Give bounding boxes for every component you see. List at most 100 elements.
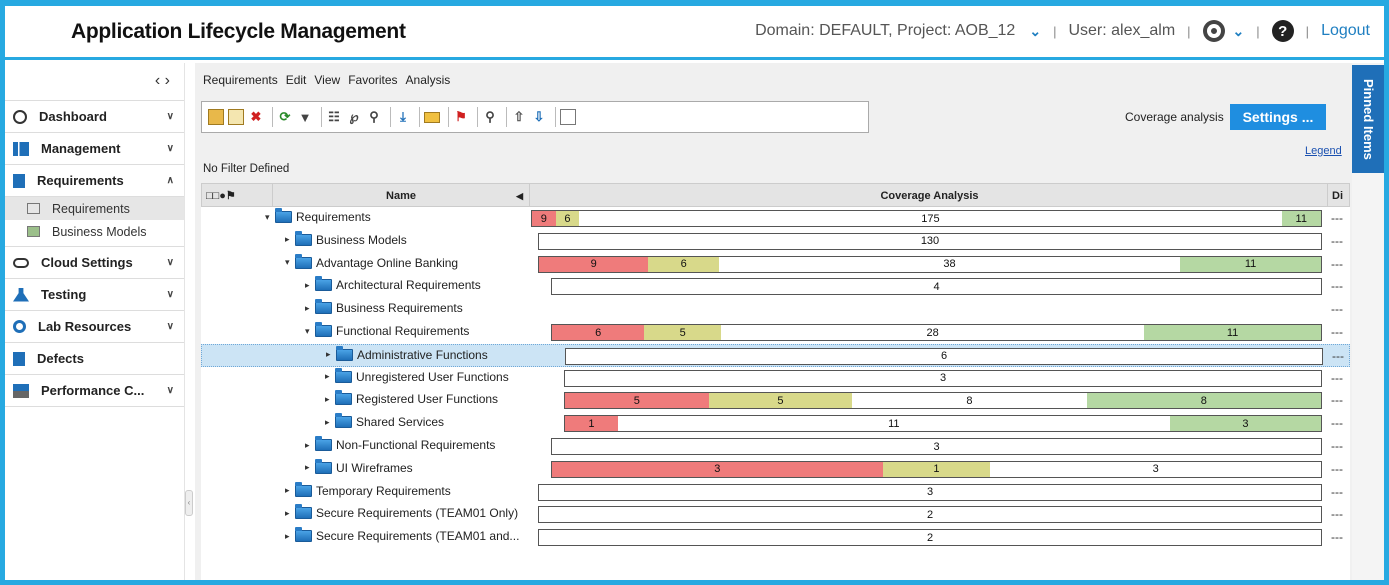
sidebar-item-testing[interactable]: Testing ∨ [5, 279, 184, 311]
logout-link[interactable]: Logout [1321, 22, 1370, 40]
tree-node[interactable]: ▸ Business Requirements [305, 299, 463, 315]
coverage-bar[interactable]: 3 [564, 369, 1322, 387]
expand-arrow-icon[interactable]: ▸ [305, 303, 315, 314]
table-row[interactable]: ▸ Unregistered User Functions 3 --- [201, 367, 1350, 390]
sidebar-item-management[interactable]: Management ∨ [5, 133, 184, 165]
expand-arrow-icon[interactable]: ▸ [325, 417, 335, 428]
tree-node[interactable]: ▸ Secure Requirements (TEAM01 Only) [285, 504, 518, 520]
expand-icon[interactable]: ∨ [167, 321, 174, 332]
table-row[interactable]: ▾ Advantage Online Banking 9 6 38 11 --- [201, 253, 1350, 276]
mail-icon[interactable] [424, 111, 440, 123]
coverage-bar[interactable]: 2 [538, 529, 1322, 547]
expand-arrow-icon[interactable]: ▸ [325, 394, 335, 405]
table-row[interactable]: ▸ Administrative Functions 6 --- [201, 343, 1350, 367]
tree-node[interactable]: ▸ Architectural Requirements [305, 276, 481, 292]
table-row[interactable]: ▸ UI Wireframes 3 1 3 --- [201, 458, 1350, 481]
sidebar-item-performance[interactable]: Performance C... ∨ [5, 375, 184, 407]
new-folder-icon[interactable] [208, 109, 224, 125]
tree-node[interactable]: ▸ Secure Requirements (TEAM01 and... [285, 527, 519, 543]
table-row[interactable]: ▸ Temporary Requirements 3 --- [201, 481, 1350, 504]
domain-project-label[interactable]: Domain: DEFAULT, Project: AOB_12 [755, 22, 1015, 40]
expand-arrow-icon[interactable]: ▸ [285, 234, 295, 245]
table-row[interactable]: ▾ Functional Requirements 6 5 28 11 --- [201, 321, 1350, 344]
table-row[interactable]: ▸ Secure Requirements (TEAM01 Only) 2 --- [201, 503, 1350, 526]
collapse-arrow-icon[interactable]: ▾ [265, 212, 275, 223]
coverage-bar[interactable]: 2 [538, 506, 1322, 524]
table-row[interactable]: ▸ Shared Services 1 11 3 --- [201, 412, 1350, 435]
sidebar-item-lab-resources[interactable]: Lab Resources ∨ [5, 311, 184, 343]
expand-arrow-icon[interactable]: ▸ [305, 440, 315, 451]
expand-arrow-icon[interactable]: ▸ [305, 280, 315, 291]
coverage-bar[interactable]: 6 5 28 11 [551, 324, 1322, 341]
coverage-bar[interactable]: 130 [538, 232, 1322, 250]
zoom-icon[interactable]: ⚲ [482, 109, 498, 125]
coverage-bar[interactable]: 313 [551, 460, 1322, 478]
table-row[interactable]: ▸ Architectural Requirements 4 --- [201, 275, 1350, 298]
coverage-bar[interactable]: 3 [551, 438, 1322, 455]
collapse-arrow-icon[interactable]: ▾ [285, 257, 295, 268]
tree-node[interactable]: ▾ Advantage Online Banking [285, 253, 458, 270]
refresh-icon[interactable]: ⟳ [277, 109, 293, 125]
menu-favorites[interactable]: Favorites [348, 73, 397, 87]
coverage-bar[interactable]: 9 6 38 11 [538, 255, 1322, 273]
tree-node[interactable]: ▸ Administrative Functions [326, 345, 488, 362]
table-row[interactable]: ▾ Requirements 9 6 175 11 --- [201, 207, 1350, 230]
delete-icon[interactable]: ✖ [248, 109, 264, 125]
expand-arrow-icon[interactable]: ▸ [285, 531, 295, 542]
collapse-icon[interactable]: ∧ [167, 175, 174, 186]
menu-edit[interactable]: Edit [286, 73, 307, 87]
menu-view[interactable]: View [314, 73, 340, 87]
tree-node[interactable]: ▸ Business Models [285, 230, 407, 247]
tree-node[interactable]: ▸ UI Wireframes [305, 458, 413, 475]
tree-node[interactable]: ▸ Registered User Functions [325, 390, 498, 406]
find-icon[interactable]: ⚲ [366, 109, 382, 125]
gear-icon[interactable] [1202, 20, 1225, 42]
sort-icon[interactable]: ◀ [516, 184, 523, 208]
chevron-down-icon[interactable]: ⌄ [1233, 23, 1245, 40]
expand-icon[interactable]: ∨ [167, 289, 174, 300]
menu-analysis[interactable]: Analysis [406, 73, 451, 87]
sidebar-subitem-business-models[interactable]: Business Models [5, 220, 184, 243]
expand-arrow-icon[interactable]: ▸ [326, 349, 336, 360]
pinned-items-tab[interactable]: Pinned Items [1352, 65, 1384, 173]
table-row[interactable]: ▸ Business Models 130 --- [201, 230, 1350, 253]
move-up-icon[interactable]: ⇧ [511, 109, 527, 125]
sidebar-item-defects[interactable]: Defects [5, 343, 184, 375]
expand-icon[interactable]: ∨ [167, 143, 174, 154]
settings-button[interactable]: Settings ... [1230, 104, 1326, 130]
sidebar-item-cloud-settings[interactable]: Cloud Settings ∨ [5, 247, 184, 279]
columns-icon[interactable]: ☷ [326, 109, 342, 125]
expand-arrow-icon[interactable]: ▸ [285, 485, 295, 496]
pin-icon[interactable]: ⤓ [395, 109, 411, 125]
attachment-icon[interactable]: ℘ [346, 109, 362, 125]
tree-node[interactable]: ▸ Shared Services [325, 413, 444, 429]
sidebar-item-dashboard[interactable]: Dashboard ∨ [5, 101, 184, 133]
report-icon[interactable] [560, 109, 576, 125]
filter-icon[interactable]: ▼ [297, 109, 313, 125]
coverage-bar[interactable]: 1 11 3 [564, 415, 1322, 433]
sidebar-subitem-requirements[interactable]: Requirements [5, 197, 184, 220]
column-coverage[interactable]: Coverage Analysis [532, 184, 1328, 206]
new-requirement-icon[interactable] [228, 109, 244, 125]
collapse-arrow-icon[interactable]: ▾ [305, 326, 315, 337]
column-di[interactable]: Di [1332, 184, 1343, 208]
expand-icon[interactable]: ∨ [167, 385, 174, 396]
table-row[interactable]: ▸ Registered User Functions 5 5 8 8 --- [201, 389, 1350, 412]
menu-requirements[interactable]: Requirements [203, 73, 278, 87]
expand-arrow-icon[interactable]: ▸ [325, 371, 335, 382]
flag-icon[interactable]: ⚑ [453, 109, 469, 125]
tree-node[interactable]: ▾ Requirements [265, 208, 371, 224]
coverage-bar[interactable]: 5588 [564, 392, 1322, 410]
tree-node[interactable]: ▸ Unregistered User Functions [325, 367, 509, 384]
sidebar-item-requirements[interactable]: Requirements ∧ [5, 165, 184, 197]
legend-link[interactable]: Legend [1305, 145, 1342, 157]
expand-icon[interactable]: ∨ [167, 257, 174, 268]
coverage-bar[interactable]: 4 [551, 278, 1322, 296]
tree-node[interactable]: ▸ Non-Functional Requirements [305, 436, 495, 452]
help-icon[interactable]: ? [1271, 20, 1294, 42]
move-down-icon[interactable]: ⇩ [531, 109, 547, 125]
coverage-bar[interactable]: 9 6 175 11 [531, 210, 1322, 227]
tree-node[interactable]: ▾ Functional Requirements [305, 322, 469, 338]
coverage-bar[interactable]: 3 [538, 483, 1322, 501]
column-name[interactable]: Name ◀ [272, 184, 530, 206]
